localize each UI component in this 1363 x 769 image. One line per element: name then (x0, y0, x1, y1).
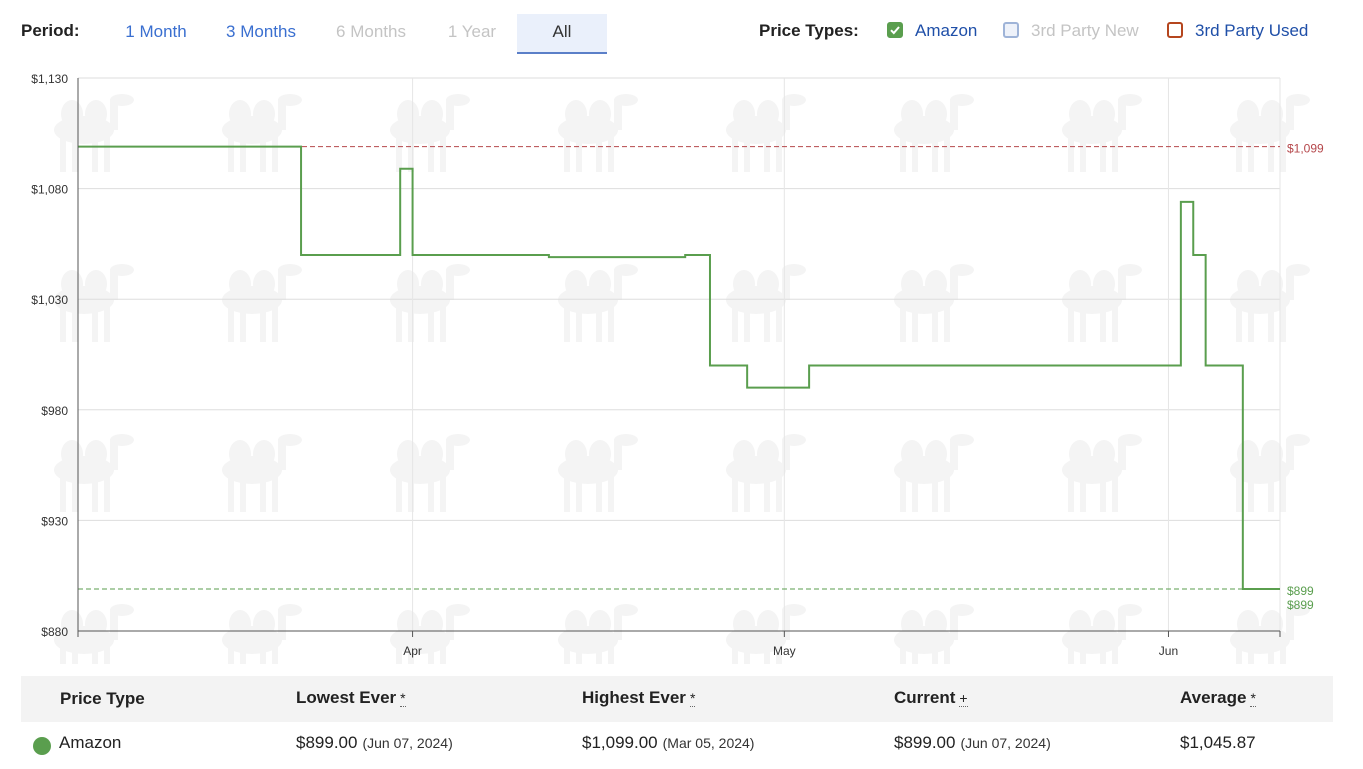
price-summary-table: Price Type Lowest Ever * Highest Ever * Cu… (21, 676, 1333, 769)
table-header-row: Price Type Lowest Ever * Highest Ever * Cu… (21, 676, 1333, 722)
period-all-label: All (552, 22, 572, 41)
period-all-button[interactable]: All (517, 14, 607, 54)
period-1-year-button[interactable]: 1 Year (432, 14, 512, 54)
cell-highest-ever-date: (Mar 05, 2024) (662, 735, 755, 751)
cell-average: $1,045.87 (1180, 733, 1256, 752)
checkbox-unchecked-icon[interactable] (1167, 22, 1183, 38)
price-type-amazon-label: Amazon (915, 21, 978, 40)
col-header-price-type: Price Type (60, 689, 145, 709)
reference-line-label: $899 (1287, 584, 1314, 598)
cell-current-date: (Jun 07, 2024) (960, 735, 1051, 751)
lowest-ever-footnote-mark[interactable]: * (400, 690, 406, 707)
col-header-highest-ever: Highest Ever * (582, 688, 696, 708)
period-label: Period: (21, 21, 80, 40)
cell-price-type: Amazon (59, 733, 122, 752)
amazon-series-dot-icon (33, 737, 51, 755)
cell-current: $899.00 (Jun 07, 2024) (894, 733, 1051, 753)
period-1-month-button[interactable]: 1 Month (110, 14, 202, 54)
col-header-average-label: Average (1180, 688, 1247, 707)
y-tick-label: $1,030 (31, 293, 68, 307)
cell-lowest-ever: $899.00 (Jun 07, 2024) (296, 733, 453, 753)
y-tick-label: $930 (41, 514, 68, 528)
price-types-label: Price Types: (759, 21, 859, 40)
price-history-chart: $1,130 $1,080 $1,030 $980 $930 $880 Apr May Jun $… (21, 70, 1333, 664)
col-header-price-type-label: Price Type (60, 689, 145, 708)
cell-lowest-ever-price: $899.00 (296, 733, 358, 752)
x-tick-label: May (773, 644, 796, 658)
price-type-3rd-party-new-label: 3rd Party New (1031, 21, 1139, 40)
reference-line-label: $1,099 (1287, 142, 1324, 156)
period-1-year-label: 1 Year (447, 22, 497, 41)
cell-highest-ever-price: $1,099.00 (582, 733, 658, 752)
col-header-lowest-ever-label: Lowest Ever (296, 688, 397, 707)
cell-lowest-ever-date: (Jun 07, 2024) (362, 735, 453, 751)
col-header-current-label: Current (894, 688, 956, 707)
col-header-lowest-ever: Lowest Ever * (296, 688, 406, 708)
camel-watermark (21, 70, 1333, 664)
period-6-months-button[interactable]: 6 Months (320, 14, 422, 54)
col-header-current: Current + (894, 688, 968, 708)
table-row: Amazon $899.00 (Jun 07, 2024) $1,099.00 (M… (21, 722, 1333, 769)
price-history-toolbar: Period: 1 Month 3 Months 6 Months 1 Year… (0, 0, 1363, 62)
y-tick-label: $1,080 (31, 183, 68, 197)
period-3-months-button[interactable]: 3 Months (212, 14, 310, 54)
period-6-months-label: 6 Months (336, 22, 406, 41)
y-tick-label: $980 (41, 404, 68, 418)
checkbox-unchecked-icon[interactable] (1003, 22, 1019, 38)
highest-ever-footnote-mark[interactable]: * (689, 690, 696, 707)
x-tick-label: Apr (403, 644, 422, 658)
cell-highest-ever: $1,099.00 (Mar 05, 2024) (582, 733, 754, 753)
cell-current-price: $899.00 (894, 733, 956, 752)
current-price-label: $899 (1287, 598, 1314, 612)
x-tick-label: Jun (1159, 644, 1178, 658)
y-tick-label: $1,130 (31, 72, 68, 86)
period-3-months-label: 3 Months (226, 22, 296, 41)
price-type-3rd-party-used-label: 3rd Party Used (1195, 21, 1309, 40)
period-1-month-label: 1 Month (125, 22, 187, 41)
col-header-average: Average * (1180, 688, 1256, 708)
col-header-highest-ever-label: Highest Ever (582, 688, 686, 707)
average-footnote-mark[interactable]: * (1250, 690, 1256, 707)
y-tick-label: $880 (41, 625, 68, 639)
current-footnote-mark[interactable]: + (959, 690, 968, 707)
checkbox-checked-icon[interactable] (887, 22, 903, 38)
